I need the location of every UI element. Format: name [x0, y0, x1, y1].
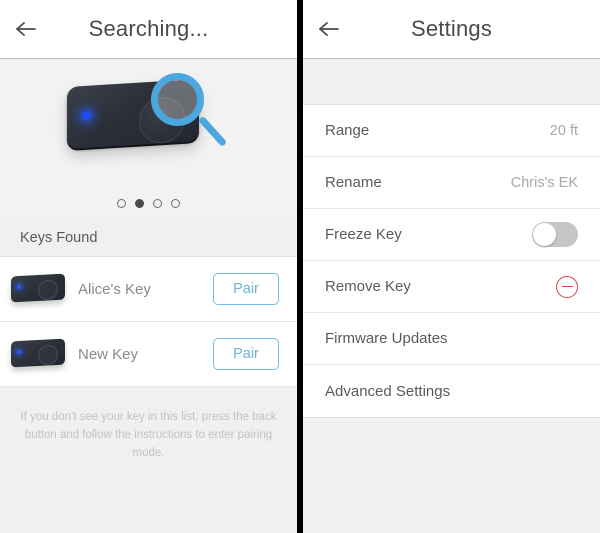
settings-row-freeze-key[interactable]: Freeze Key — [303, 209, 600, 261]
settings-label: Freeze Key — [325, 226, 402, 243]
settings-label: Rename — [325, 174, 382, 191]
settings-list: Range 20 ft Rename Chris's EK Freeze Key… — [303, 104, 600, 418]
settings-value: 20 ft — [549, 122, 578, 139]
key-fob-device — [59, 73, 239, 173]
magnifier-lens — [150, 73, 204, 126]
key-fob-icon — [8, 337, 66, 371]
key-fob-led — [17, 285, 21, 289]
settings-row-range[interactable]: Range 20 ft — [303, 105, 600, 157]
settings-screen: Settings Range 20 ft Rename Chris's EK F… — [303, 0, 600, 533]
settings-row-rename[interactable]: Rename Chris's EK — [303, 157, 600, 209]
list-item[interactable]: New Key Pair — [0, 322, 297, 387]
back-button[interactable] — [0, 0, 52, 59]
settings-row-firmware-updates[interactable]: Firmware Updates — [303, 313, 600, 365]
settings-label: Range — [325, 122, 370, 139]
minus-circle-icon[interactable] — [556, 275, 578, 298]
settings-label: Firmware Updates — [325, 330, 448, 347]
back-button[interactable] — [303, 0, 355, 59]
key-name-label: Alice's Key — [78, 280, 151, 298]
settings-header: Settings — [303, 0, 600, 59]
freeze-key-toggle[interactable] — [532, 222, 578, 247]
key-name-label: New Key — [78, 345, 139, 363]
pagination-dot-3[interactable] — [153, 199, 162, 208]
settings-row-advanced-settings[interactable]: Advanced Settings — [303, 365, 600, 417]
arrow-left-icon — [316, 19, 342, 39]
settings-top-spacer — [303, 59, 600, 104]
keys-found-header: Keys Found — [0, 220, 297, 256]
pair-button[interactable]: Pair — [213, 273, 279, 305]
dual-screen-container: Searching... Keys Found Alice's Key Pair… — [0, 0, 600, 533]
pagination-dot-1[interactable] — [117, 199, 126, 208]
pair-button[interactable]: Pair — [213, 338, 279, 370]
settings-label: Advanced Settings — [325, 382, 451, 400]
settings-label: Remove Key — [325, 278, 411, 295]
pagination-dot-2[interactable] — [135, 199, 144, 208]
pairing-hint-text: If you don't see your key in this list, … — [0, 387, 297, 463]
pagination-dot-4[interactable] — [171, 199, 180, 208]
key-fob-led — [17, 350, 21, 354]
device-led-indicator — [81, 111, 91, 120]
keys-found-list: Alice's Key Pair New Key Pair — [0, 256, 297, 387]
toggle-knob — [533, 223, 556, 246]
list-item[interactable]: Alice's Key Pair — [0, 257, 297, 322]
pagination-dots[interactable] — [0, 199, 297, 208]
magnifier-icon — [150, 73, 231, 159]
settings-row-remove-key[interactable]: Remove Key — [303, 261, 600, 313]
settings-value: Chris's EK — [510, 174, 578, 191]
searching-screen: Searching... Keys Found Alice's Key Pair… — [0, 0, 297, 533]
device-hero-illustration — [0, 59, 297, 220]
arrow-left-icon — [13, 19, 39, 39]
searching-header: Searching... — [0, 0, 297, 59]
magnifier-handle — [197, 115, 227, 148]
key-fob-icon — [8, 272, 66, 306]
minus-bar — [561, 285, 573, 288]
